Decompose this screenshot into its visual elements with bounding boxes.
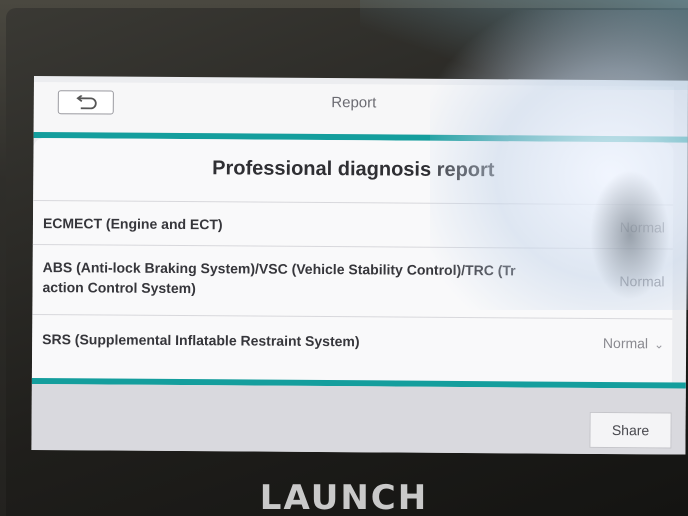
row-status: Normal — [602, 334, 649, 352]
status-badge: Normal ⌄ — [603, 335, 664, 351]
report-row-ecm[interactable]: ECMECT (Engine and ECT) Normal — [32, 199, 674, 250]
brand-logo: LAUNCH — [259, 478, 429, 516]
report-card: Professional diagnosis report ECMECT (En… — [31, 137, 674, 383]
chevron-down-icon: ⌄ — [654, 337, 665, 352]
row-status: Normal — [619, 219, 666, 236]
report-row-abs[interactable]: ABS (Anti-lock Braking System)/VSC (Vehi… — [32, 243, 673, 320]
top-bar: Report — [33, 81, 674, 138]
status-badge: Normal — [620, 219, 665, 235]
page-title: Report — [331, 94, 377, 112]
row-status: Normal — [619, 273, 665, 290]
row-label: ECMECT (Engine and ECT) — [42, 215, 223, 233]
bottom-bar: Share — [31, 383, 686, 455]
row-label-line1: ABS (Anti-lock Braking System)/VSC (Vehi… — [42, 259, 516, 279]
status-badge: Normal — [619, 273, 664, 289]
share-button[interactable]: Share — [589, 411, 672, 449]
row-label: ABS (Anti-lock Braking System)/VSC (Vehi… — [42, 257, 515, 300]
row-label: SRS (Supplemental Inflatable Restraint S… — [42, 331, 360, 350]
report-title: Professional diagnosis report — [212, 157, 495, 182]
photo-frame: Report Professional diagnosis report ECM… — [0, 0, 688, 516]
device-screen: Report Professional diagnosis report ECM… — [31, 76, 688, 455]
report-row-srs[interactable]: SRS (Supplemental Inflatable Restraint S… — [31, 313, 673, 370]
row-label-line2: action Control System) — [42, 279, 196, 297]
